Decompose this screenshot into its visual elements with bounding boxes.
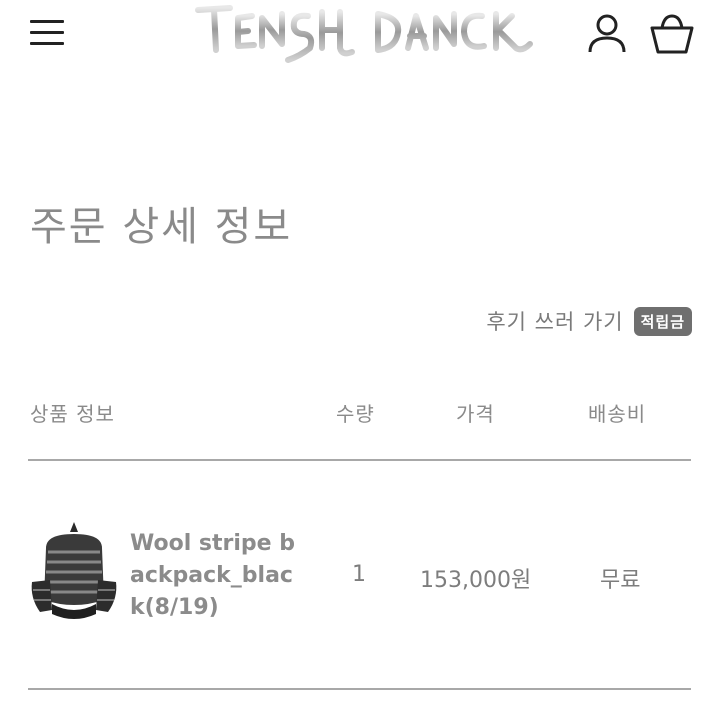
review-action-row: 후기 쓰러 가기 적립금 <box>486 306 692 336</box>
column-header-price: 가격 <box>456 402 495 426</box>
order-table-header: 상품 정보 수량 가격 배송비 <box>0 392 720 432</box>
shopping-basket-icon[interactable] <box>648 12 696 56</box>
page-title: 주문 상세 정보 <box>30 204 293 250</box>
points-badge: 적립금 <box>633 306 692 336</box>
column-header-quantity: 수량 <box>336 402 375 426</box>
table-row: Wool stripe backpack_black(8/19) 1 153,0… <box>0 510 720 640</box>
table-divider-bottom <box>28 688 691 690</box>
column-header-product: 상품 정보 <box>30 402 115 426</box>
user-icon[interactable] <box>586 12 628 56</box>
quantity-value: 1 <box>352 562 366 587</box>
hamburger-menu-icon[interactable] <box>28 16 66 50</box>
brand-logo[interactable] <box>190 0 540 78</box>
table-divider-top <box>28 459 691 461</box>
product-name-link[interactable]: Wool stripe backpack_black(8/19) <box>130 528 300 624</box>
write-review-link[interactable]: 후기 쓰러 가기 <box>486 306 623 336</box>
shipping-value: 무료 <box>600 568 641 593</box>
column-header-shipping: 배송비 <box>588 402 647 426</box>
site-header <box>0 0 720 80</box>
price-value: 153,000원 <box>420 568 532 593</box>
product-thumbnail[interactable] <box>30 520 118 624</box>
